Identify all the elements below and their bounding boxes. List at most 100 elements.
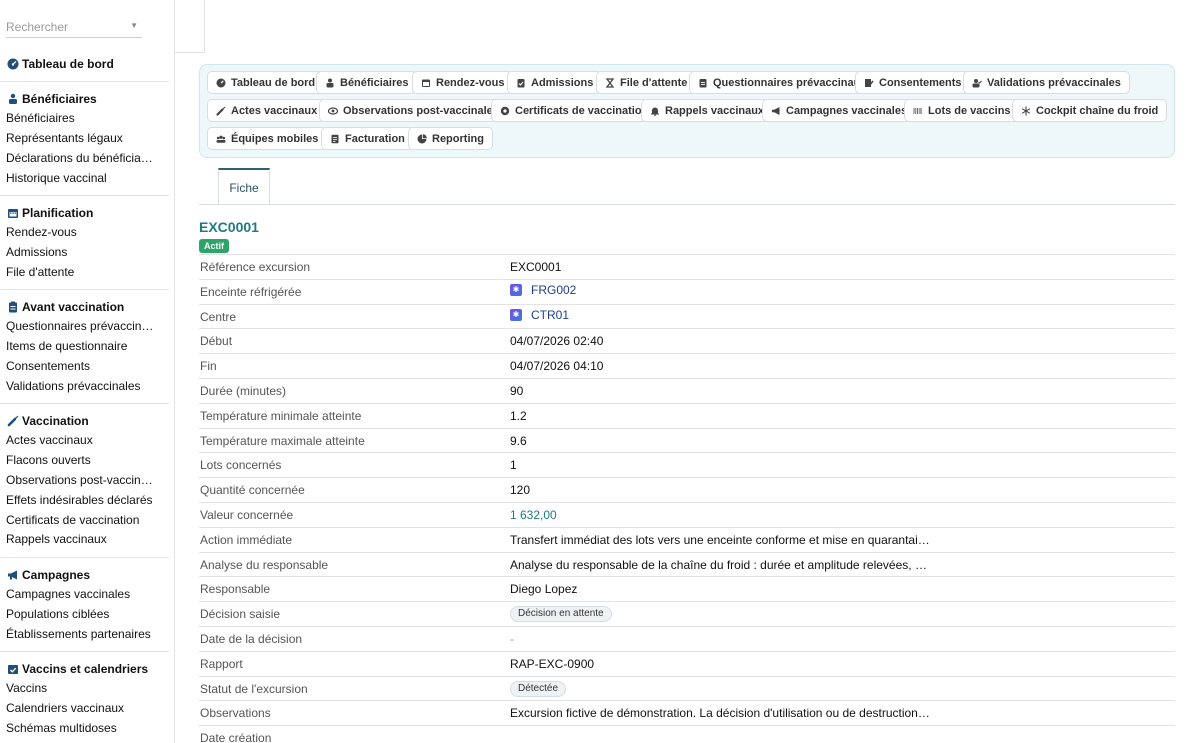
table-row: Lots concernés 1: [199, 452, 1175, 477]
sidebar-item-beneficiaires[interactable]: Bénéficiaires: [0, 109, 170, 129]
sidebar-group-title: Avant vaccination: [22, 300, 125, 314]
sidebar-item-admissions[interactable]: Admissions: [0, 243, 170, 263]
nav-beneficiaires[interactable]: Bénéficiaires: [316, 71, 418, 94]
calendar-check-icon: [6, 663, 19, 676]
sidebar-item-vaccins[interactable]: Vaccins: [0, 679, 170, 699]
table-row: Température maximale atteinte 9.6: [199, 427, 1175, 453]
nav-reporting[interactable]: Reporting: [408, 127, 493, 150]
field-link[interactable]: ✱ CTR01: [510, 308, 569, 322]
table-row: Rapport RAP-EXC-0900: [199, 650, 1175, 676]
sidebar-group-title: Bénéficiaires: [22, 92, 97, 106]
nav-certificats[interactable]: Certificats de vaccination: [491, 99, 658, 122]
sidebar-group-title: Vaccins et calendriers: [22, 662, 149, 676]
sidebar-item-questionnaires[interactable]: Questionnaires prévaccin…: [0, 317, 170, 337]
sidebar-item-rendez-vous[interactable]: Rendez-vous: [0, 223, 170, 243]
sidebar-item-campagnes[interactable]: Campagnes vaccinales: [0, 585, 170, 605]
sidebar: Rechercher ▼ Tableau de bord Bénéficiair…: [0, 0, 175, 743]
table-row: Date création: [199, 725, 1175, 743]
nav-tableau-de-bord[interactable]: Tableau de bord: [207, 71, 325, 94]
sidebar-item-flacons[interactable]: Flacons ouverts: [0, 451, 170, 471]
nav-label: Questionnaires prévaccinaux: [713, 76, 867, 89]
sidebar-item-consentements[interactable]: Consentements: [0, 357, 170, 377]
caret-down-icon[interactable]: ▼: [130, 21, 138, 30]
sidebar-item-validations[interactable]: Validations prévaccinales: [0, 377, 170, 397]
table-row: Responsable Diego Lopez: [199, 576, 1175, 601]
nav-rappels[interactable]: Rappels vaccinaux: [641, 99, 774, 122]
nav-label: Facturation: [345, 132, 405, 145]
table-row: Durée (minutes) 90: [199, 378, 1175, 403]
sidebar-item-actes[interactable]: Actes vaccinaux: [0, 431, 170, 451]
sidebar-item-observations[interactable]: Observations post-vaccin…: [0, 471, 170, 491]
nav-lots[interactable]: Lots de vaccins: [904, 99, 1020, 122]
sidebar-dashboard[interactable]: Tableau de bord: [0, 55, 174, 73]
calendar-icon: [6, 207, 19, 220]
barcode-icon: [913, 106, 923, 116]
sidebar-item-populations[interactable]: Populations ciblées: [0, 605, 170, 625]
field-label: Statut de l'excursion: [200, 681, 308, 696]
nav-equipes-mobiles[interactable]: Équipes mobiles: [207, 127, 328, 150]
clipboard-icon: [516, 78, 526, 88]
field-label: Température minimale atteinte: [200, 408, 362, 423]
certificate-icon: [500, 106, 510, 116]
table-row: Fin 04/07/2026 04:10: [199, 353, 1175, 378]
field-label: Valeur concernée: [200, 508, 294, 522]
sidebar-group-planification: Planification Rendez-vous Admissions Fil…: [0, 204, 174, 283]
megaphone-icon: [771, 106, 781, 116]
sidebar-item-schemas[interactable]: Schémas multidoses: [0, 719, 170, 739]
field-value: Diego Lopez: [510, 582, 578, 597]
search-select[interactable]: Rechercher ▼: [6, 17, 142, 38]
divider: [0, 195, 169, 196]
nav-label: Rappels vaccinaux: [665, 104, 765, 117]
sidebar-item-etablissements[interactable]: Établissements partenaires: [0, 625, 170, 645]
field-label: Référence excursion: [200, 260, 311, 274]
sidebar-item-rappels[interactable]: Rappels vaccinaux: [0, 530, 170, 550]
nav-actes-vaccinaux[interactable]: Actes vaccinaux: [207, 99, 327, 122]
dashboard-icon: [6, 58, 19, 71]
field-value: EXC0001: [510, 260, 562, 274]
nav-rendez-vous[interactable]: Rendez-vous: [412, 71, 514, 94]
nav-cockpit-froid[interactable]: Cockpit chaîne du froid: [1012, 99, 1168, 122]
table-row: Température minimale atteinte 1.2: [199, 402, 1175, 428]
sidebar-item-calendriers[interactable]: Calendriers vaccinaux: [0, 699, 170, 719]
table-row: Date de la décision -: [199, 626, 1175, 651]
table-row: Quantité concernée 120: [199, 477, 1175, 502]
tab-fiche[interactable]: Fiche: [218, 168, 270, 205]
field-link[interactable]: ✱ FRG002: [510, 283, 576, 297]
nav-facturation[interactable]: Facturation: [321, 127, 414, 150]
nav-label: Bénéficiaires: [340, 76, 409, 89]
clipboard-list-icon: [698, 78, 708, 88]
field-label: Quantité concernée: [200, 483, 305, 498]
sidebar-item-representants[interactable]: Représentants légaux: [0, 129, 170, 149]
nav-observations[interactable]: Observations post-vaccinales: [319, 99, 508, 122]
sidebar-item-historique[interactable]: Historique vaccinal: [0, 169, 170, 189]
invoice-icon: [330, 134, 340, 144]
sidebar-item-file-attente[interactable]: File d'attente: [0, 263, 170, 283]
sidebar-group-avant-vaccination: Avant vaccination Questionnaires prévacc…: [0, 298, 174, 397]
sidebar-item-effets[interactable]: Effets indésirables déclarés: [0, 491, 170, 511]
nav-consentements[interactable]: Consentements: [855, 71, 971, 94]
sidebar-item-certificats[interactable]: Certificats de vaccination: [0, 511, 170, 531]
field-value: Excursion fictive de démonstration. La d…: [510, 706, 930, 721]
nav-file-attente[interactable]: File d'attente: [596, 71, 697, 94]
snowflake-icon: [1021, 106, 1031, 116]
nav-label: Actes vaccinaux: [231, 104, 318, 117]
nav-label: Cockpit chaîne du froid: [1036, 104, 1159, 117]
users-icon: [6, 93, 19, 106]
table-row: Statut de l'excursion Détectée: [199, 675, 1175, 701]
nav-admissions[interactable]: Admissions: [507, 71, 603, 94]
table-row: Action immédiate Transfert immédiat des l…: [199, 526, 1175, 552]
field-value: 1.2: [510, 408, 527, 423]
field-value: -: [510, 632, 514, 646]
nav-validations[interactable]: Validations prévaccinales: [963, 71, 1130, 94]
nav-label: Campagnes vaccinales: [786, 104, 908, 117]
nav-label: Lots de vaccins: [928, 104, 1011, 117]
sidebar-item-items-questionnaire[interactable]: Items de questionnaire: [0, 337, 170, 357]
field-label: Action immédiate: [200, 532, 293, 547]
sidebar-item-declarations[interactable]: Déclarations du bénéficia…: [0, 149, 170, 169]
sidebar-group-campagnes: Campagnes Campagnes vaccinales Populatio…: [0, 566, 174, 645]
divider: [0, 81, 169, 82]
nav-questionnaires[interactable]: Questionnaires prévaccinaux: [689, 71, 876, 94]
tab-divider: [199, 204, 1175, 205]
nav-campagnes[interactable]: Campagnes vaccinales: [762, 99, 917, 122]
field-label: Début: [200, 334, 233, 349]
